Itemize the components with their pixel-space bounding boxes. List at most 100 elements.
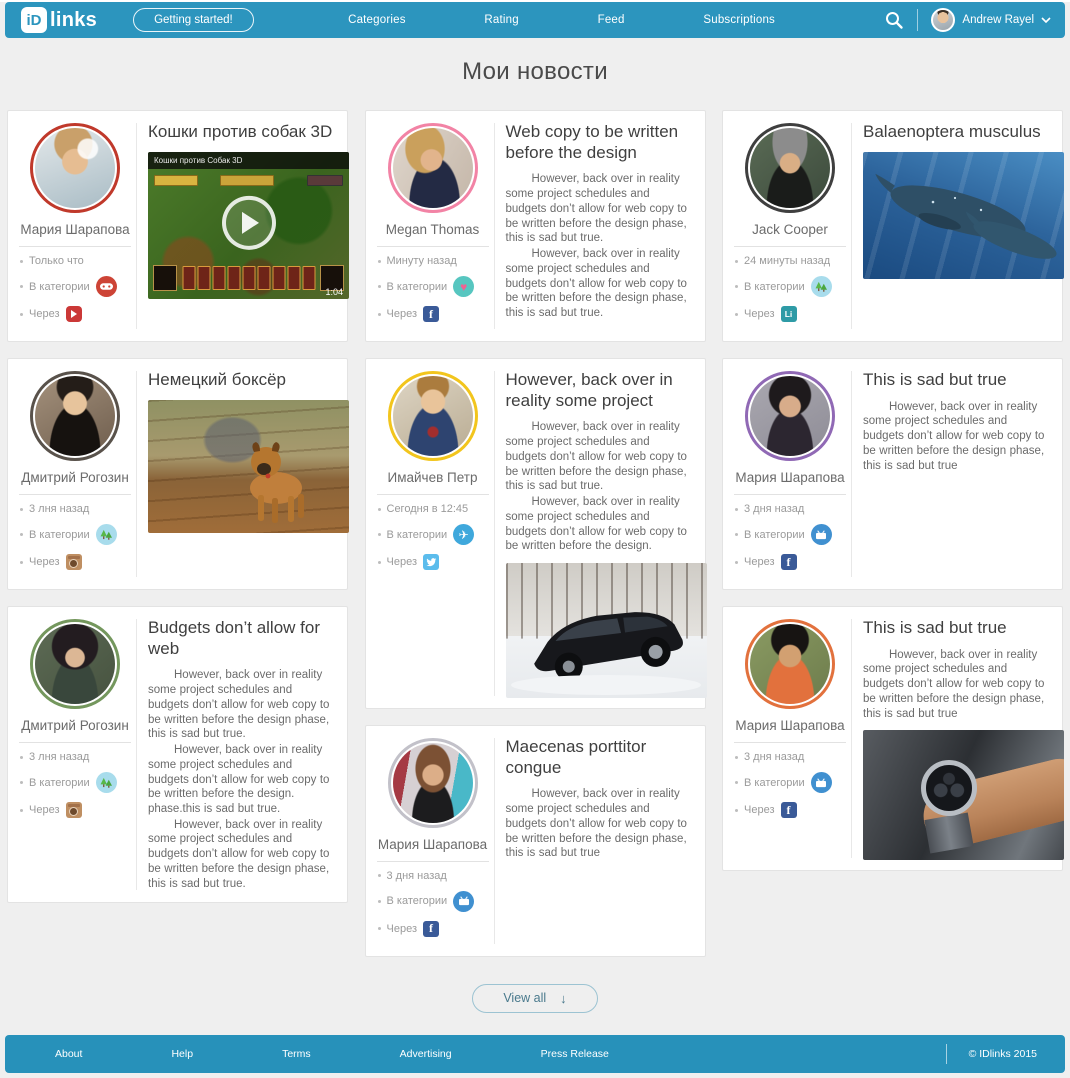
- author-name[interactable]: Дмитрий Рогозин: [21, 470, 129, 485]
- puppy-illustration: [250, 441, 304, 523]
- author-avatar[interactable]: [745, 371, 835, 461]
- post-paragraph: However, back over in reality some proje…: [148, 669, 330, 741]
- author-name[interactable]: Мария Шарапова: [735, 718, 844, 733]
- linkedin-icon[interactable]: Li: [780, 306, 797, 322]
- meta-time: 3 дня назад: [377, 870, 494, 882]
- instagram-icon[interactable]: [65, 554, 82, 570]
- feed-column-middle: Megan Thomas Минуту назад В категории ♥ …: [364, 110, 707, 957]
- post-title[interactable]: This is sad but true: [863, 370, 1050, 391]
- game-hud: [220, 174, 274, 186]
- post-title[interactable]: Немецкий боксёр: [148, 370, 335, 391]
- meta-via: Через f: [377, 920, 494, 937]
- tv-category-icon[interactable]: [810, 772, 832, 793]
- youtube-icon[interactable]: [65, 306, 82, 322]
- main-nav: Categories Rating Feed Subscriptions: [254, 14, 885, 26]
- chevron-down-icon: [1041, 17, 1051, 23]
- facebook-icon[interactable]: f: [780, 554, 797, 570]
- meta-time: 3 лня назад: [20, 503, 136, 515]
- divider: [734, 246, 846, 247]
- post-title[interactable]: However, back over in reality some proje…: [506, 370, 693, 411]
- author-avatar-image: [35, 624, 115, 704]
- post-photo-car-in-snow[interactable]: [505, 562, 707, 698]
- heart-category-icon[interactable]: ♥: [453, 276, 475, 297]
- author-name[interactable]: Мария Шарапова: [735, 470, 844, 485]
- nav-item-categories[interactable]: Categories: [348, 14, 406, 26]
- facebook-icon[interactable]: f: [423, 306, 439, 322]
- app-logo[interactable]: iD links: [21, 7, 97, 33]
- nav-item-feed[interactable]: Feed: [598, 14, 625, 26]
- footer-link-help[interactable]: Help: [171, 1048, 193, 1060]
- user-menu[interactable]: Andrew Rayel: [931, 8, 1051, 32]
- post-video-thumbnail[interactable]: Кошки против Собак 3D 1:04: [148, 151, 349, 299]
- meta-via: Через: [20, 554, 136, 570]
- meta-via: Через f: [735, 802, 851, 818]
- author-avatar[interactable]: [30, 371, 120, 461]
- footer-link-press-release[interactable]: Press Release: [541, 1048, 609, 1060]
- post-title[interactable]: Maecenas porttitor congue: [506, 737, 693, 778]
- author-avatar-image: [392, 128, 473, 208]
- author-avatar[interactable]: [745, 619, 835, 709]
- meta-via: Через: [377, 554, 494, 570]
- game-hud: [154, 174, 198, 186]
- tv-category-icon[interactable]: [453, 890, 475, 912]
- author-avatar-image: [35, 376, 115, 456]
- post-title[interactable]: Balaenoptera musculus: [863, 122, 1050, 143]
- author-name[interactable]: Jack Cooper: [752, 222, 828, 237]
- post-title[interactable]: Кошки против собак 3D: [148, 122, 335, 143]
- search-icon[interactable]: [884, 10, 904, 30]
- post-paragraph: However, back over in reality some proje…: [148, 818, 330, 890]
- meta-via: Через: [20, 306, 136, 322]
- post-paragraph: However, back over in reality some proje…: [863, 400, 1045, 472]
- nav-item-subscriptions[interactable]: Subscriptions: [703, 14, 775, 26]
- feed-card: Мария Шарапова Только что В категории Че…: [7, 110, 349, 342]
- author-avatar[interactable]: [30, 123, 120, 213]
- author-name[interactable]: Имайчев Петр: [388, 470, 478, 485]
- nav-item-rating[interactable]: Rating: [484, 14, 518, 26]
- nature-category-icon[interactable]: [95, 772, 117, 793]
- post-photo-boxer-puppy[interactable]: [148, 399, 349, 533]
- post-photo-whales[interactable]: [863, 151, 1064, 279]
- instagram-icon[interactable]: [65, 802, 82, 818]
- author-avatar[interactable]: [745, 123, 835, 213]
- post-paragraph: However, back over in reality some proje…: [148, 744, 330, 815]
- post-title[interactable]: This is sad but true: [863, 618, 1050, 639]
- twitter-icon[interactable]: [423, 554, 439, 570]
- footer-link-terms[interactable]: Terms: [282, 1048, 311, 1060]
- post-paragraph: However, back over in reality some proje…: [505, 421, 687, 493]
- view-all-button[interactable]: View all ↓: [472, 983, 598, 1013]
- watch-strap-illustration: [924, 812, 974, 854]
- logo-text: links: [50, 8, 98, 31]
- divider: [376, 494, 489, 495]
- meta-category: В категории: [20, 524, 136, 545]
- meta-via: Через f: [377, 306, 494, 322]
- author-avatar[interactable]: [30, 619, 120, 709]
- author-avatar[interactable]: [387, 371, 478, 461]
- author-name[interactable]: Дмитрий Рогозин: [21, 718, 129, 733]
- facebook-icon[interactable]: f: [780, 802, 797, 818]
- post-title[interactable]: Web copy to be written before the design: [506, 122, 693, 163]
- nature-category-icon[interactable]: [810, 276, 832, 297]
- facebook-icon[interactable]: f: [423, 920, 439, 937]
- game-hud: [307, 174, 343, 186]
- play-button-icon[interactable]: [221, 196, 276, 251]
- meta-via: Через Li: [735, 306, 851, 322]
- author-name[interactable]: Мария Шарапова: [378, 837, 487, 852]
- getting-started-button[interactable]: Getting started!: [133, 8, 254, 32]
- author-avatar[interactable]: [387, 123, 478, 213]
- footer-link-advertising[interactable]: Advertising: [400, 1048, 452, 1060]
- feed-card: Jack Cooper 24 минуты назад В категории …: [722, 110, 1064, 342]
- meta-time: 3 лня назад: [20, 751, 136, 763]
- post-paragraph: However, back over in reality some proje…: [505, 248, 687, 319]
- author-name[interactable]: Мария Шарапова: [20, 222, 129, 237]
- post-photo-wrist-watch[interactable]: [863, 730, 1064, 861]
- divider: [917, 9, 919, 31]
- meta-time: Сегодня в 12:45: [377, 503, 494, 515]
- travel-category-icon[interactable]: ✈: [453, 524, 475, 545]
- post-title[interactable]: Budgets don’t allow for web: [148, 618, 335, 659]
- nature-category-icon[interactable]: [95, 524, 117, 545]
- tv-category-icon[interactable]: [810, 524, 832, 545]
- games-category-icon[interactable]: [95, 276, 117, 297]
- footer-link-about[interactable]: About: [55, 1048, 82, 1060]
- author-avatar[interactable]: [387, 737, 478, 828]
- author-name[interactable]: Megan Thomas: [386, 222, 480, 237]
